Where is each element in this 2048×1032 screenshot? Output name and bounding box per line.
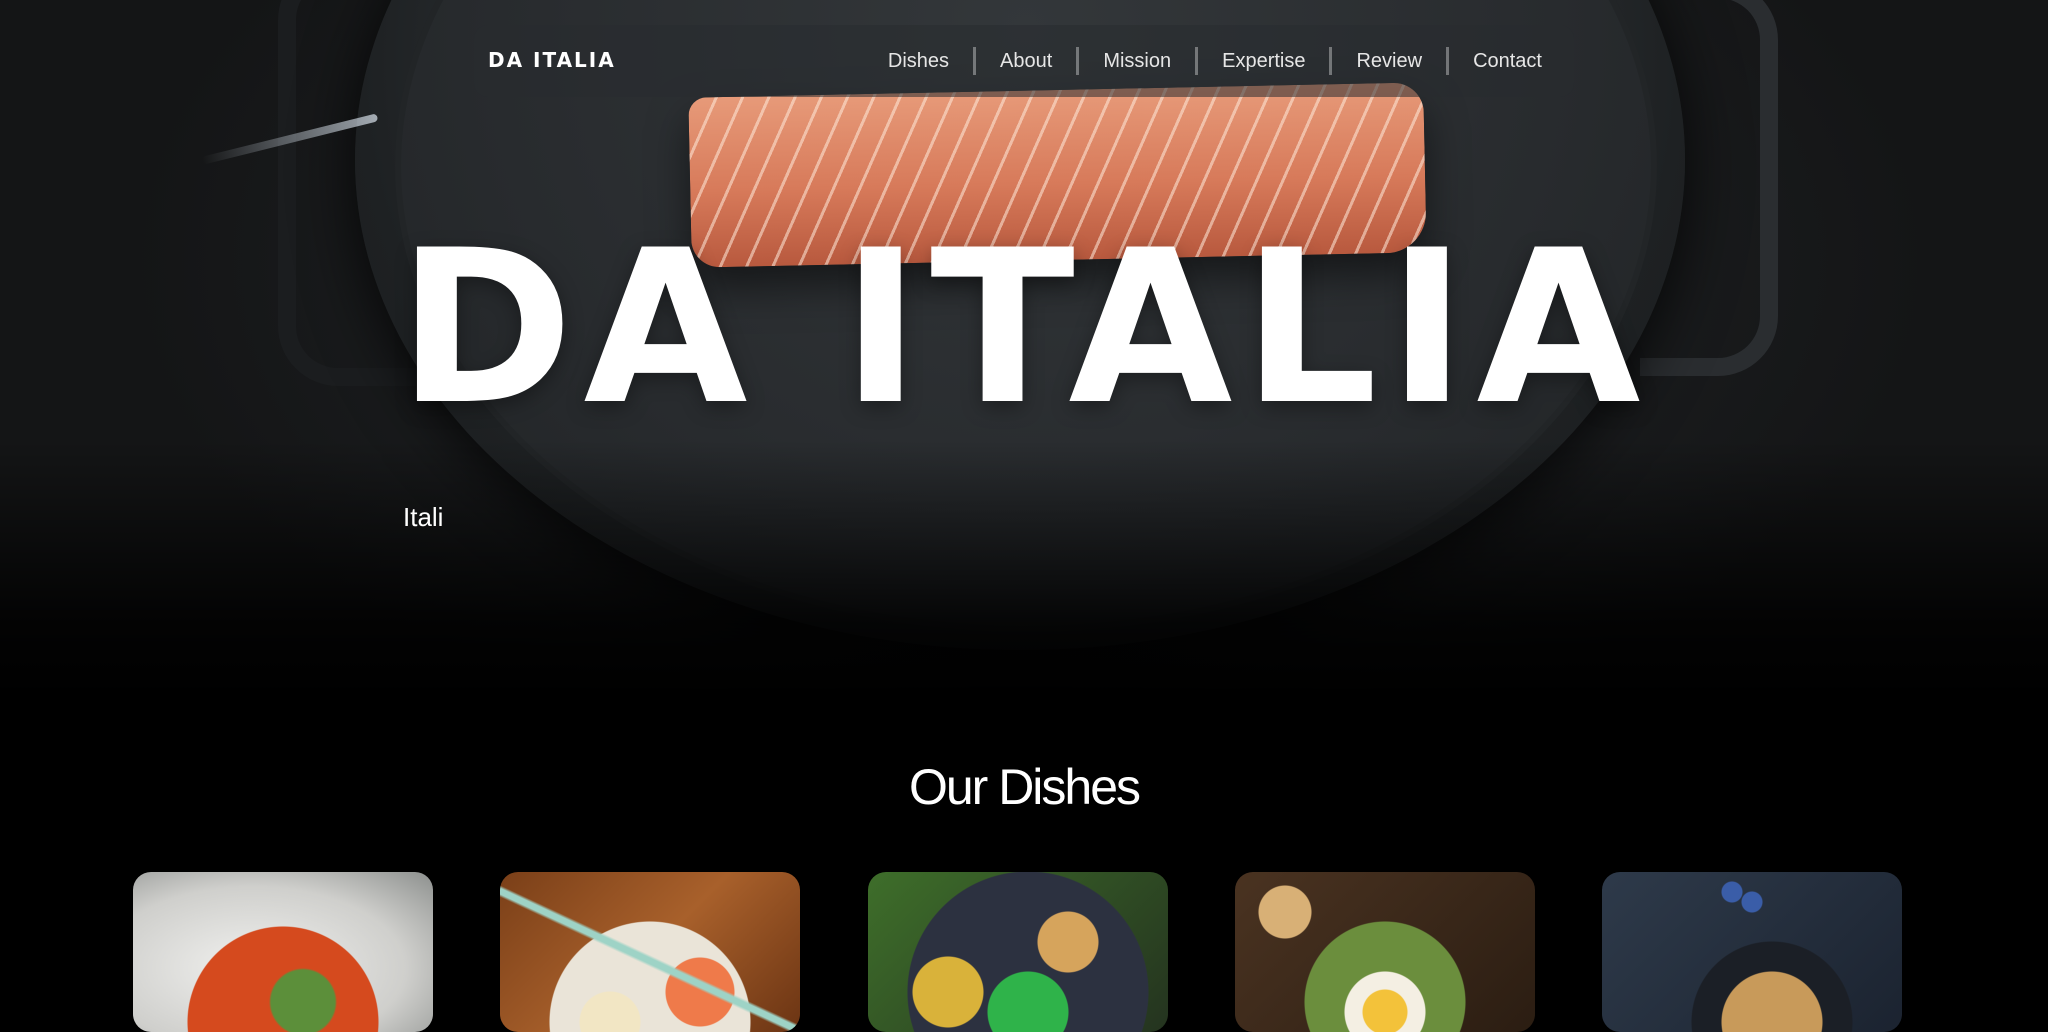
- nav-item-about[interactable]: About: [986, 50, 1066, 73]
- nav-divider: [973, 47, 977, 75]
- dish-card[interactable]: [1235, 872, 1535, 1032]
- dish-card[interactable]: [868, 872, 1168, 1032]
- nav-divider: [1329, 47, 1333, 75]
- nav-item-contact[interactable]: Contact: [1459, 50, 1556, 73]
- dish-card[interactable]: [1602, 872, 1902, 1032]
- section-title-dishes: Our Dishes: [908, 759, 1141, 815]
- hero-subtitle: Itali: [403, 502, 444, 532]
- nav-item-review[interactable]: Review: [1342, 50, 1436, 73]
- dish-card[interactable]: [500, 872, 800, 1032]
- nav-divider: [1446, 47, 1450, 75]
- hero-title: DA ITALIA: [397, 204, 1651, 451]
- logo[interactable]: DA ITALIA: [488, 48, 616, 72]
- nav-item-dishes[interactable]: Dishes: [874, 50, 963, 73]
- nav-menu: Dishes About Mission Expertise Review Co…: [874, 25, 1556, 97]
- nav-item-expertise[interactable]: Expertise: [1208, 50, 1319, 73]
- dish-card[interactable]: [133, 872, 433, 1032]
- top-navbar: DA ITALIA Dishes About Mission Expertise…: [474, 25, 1574, 97]
- nav-divider: [1195, 47, 1199, 75]
- nav-divider: [1076, 47, 1080, 75]
- nav-item-mission[interactable]: Mission: [1089, 50, 1185, 73]
